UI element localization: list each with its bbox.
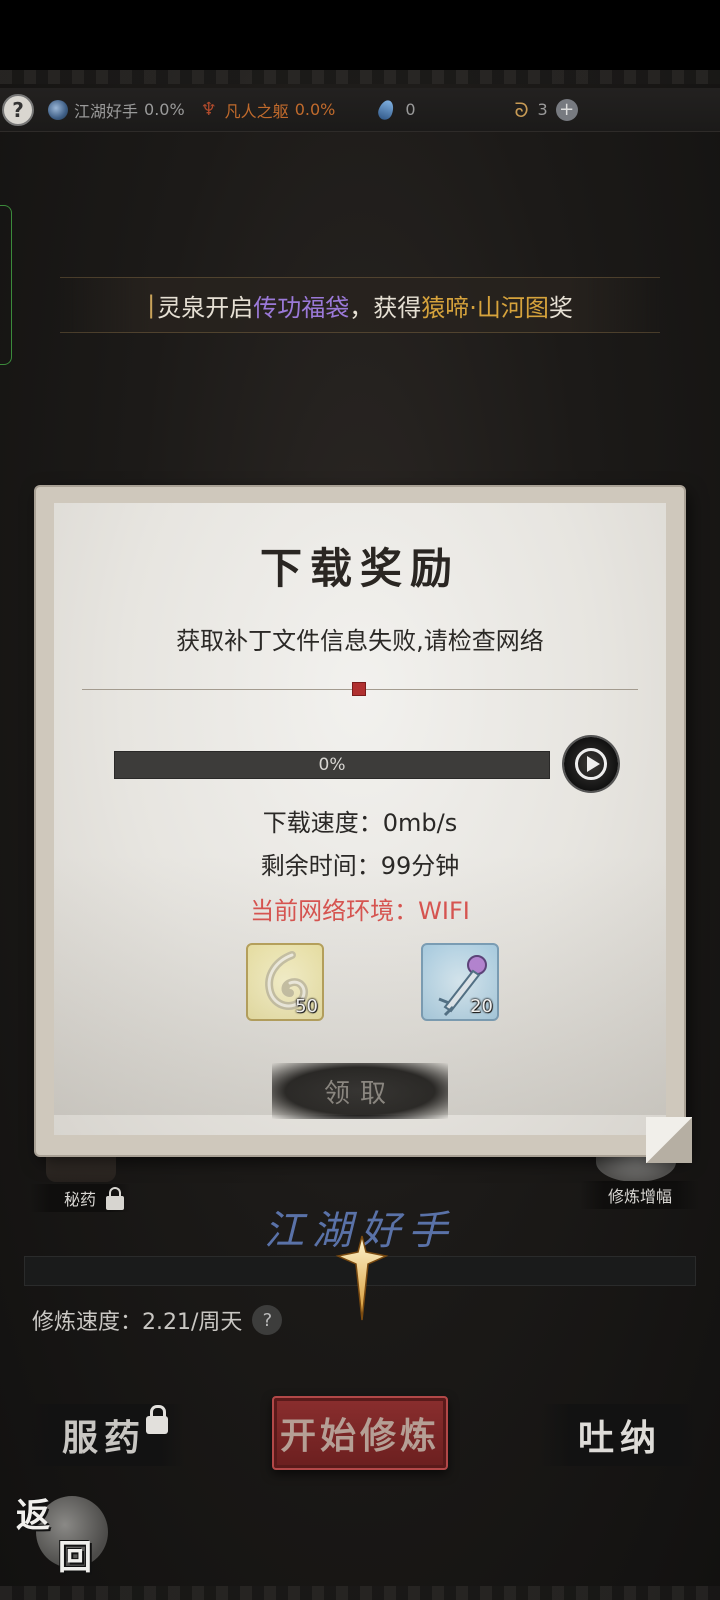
rank-resource: 江湖好手 0.0% [48, 98, 185, 122]
announcement-text-3: 奖 [548, 293, 573, 322]
bottom-cloud-border [0, 1586, 720, 1600]
error-message: 获取补丁文件信息失败,请检查网络 [176, 627, 544, 655]
download-reward-dialog: 下载奖励 获取补丁文件信息失败,请检查网络 0% 下载速度：0mb/s 剩余时间… [36, 487, 692, 1163]
drop-resource: 0 [376, 97, 416, 122]
dialog-title: 下载奖励 [259, 544, 460, 593]
download-progress-bar: 0% [114, 751, 550, 779]
rank-marker-icon [335, 1235, 389, 1321]
reward-item[interactable]: 20 [421, 943, 499, 1021]
top-cloud-border [0, 70, 720, 84]
coil-resource: ᘐ 3 + [512, 97, 578, 122]
resource-bar: ? 江湖好手 0.0% ♆ 凡人之躯 0.0% 0 ᘐ 3 + [0, 88, 720, 132]
add-coil-button[interactable]: + [555, 98, 578, 121]
announcement-bar: | [147, 291, 156, 319]
claim-button[interactable]: 领取 [272, 1063, 448, 1119]
seal-icon [352, 682, 366, 696]
start-cultivation-button[interactable]: 开始修炼 [272, 1396, 448, 1470]
play-button[interactable] [564, 737, 618, 791]
breathe-button[interactable]: 吐纳 [540, 1404, 700, 1466]
side-tab[interactable] [0, 205, 12, 365]
announcement-banner: | 灵泉开启 传功福袋 ，获得 猿啼·山河图 奖 [60, 277, 660, 333]
help-button[interactable]: ? [2, 93, 34, 126]
download-speed: 下载速度：0mb/s [262, 809, 458, 837]
coil-value: 3 [537, 100, 548, 119]
rank-value: 0.0% [144, 100, 185, 119]
lock-icon [146, 1405, 168, 1434]
play-icon [575, 748, 607, 780]
network-status: 当前网络环境：WIFI [250, 897, 470, 925]
speed-help-button[interactable]: ? [252, 1305, 283, 1335]
reward-item[interactable]: 50 [246, 943, 324, 1021]
announcement-text-2: ，获得 [349, 293, 422, 322]
trident-icon: ♆ [200, 98, 217, 120]
cultivation-speed: 修炼速度：2.21/周天 ? [32, 1304, 283, 1336]
remaining-time: 剩余时间：99分钟 [260, 852, 460, 880]
dialog-paper: 下载奖励 获取补丁文件信息失败,请检查网络 0% 下载速度：0mb/s 剩余时间… [54, 503, 666, 1135]
page-curl [646, 1117, 692, 1163]
jade-pendant-icon [265, 951, 309, 1010]
announcement-item-2: 猿啼·山河图 [421, 293, 549, 322]
body-resource: ♆ 凡人之躯 0.0% [199, 98, 336, 122]
coil-icon: ᘐ [514, 97, 529, 122]
water-drop-icon [376, 97, 397, 122]
back-label-1: 返 [16, 1496, 50, 1536]
cultivation-speed-text: 修炼速度：2.21/周天 [32, 1310, 243, 1335]
take-medicine-button[interactable]: 服药 [24, 1404, 184, 1466]
drop-value: 0 [405, 100, 416, 119]
reward-count: 50 [295, 996, 318, 1017]
announcement-text-1: 灵泉开启 [157, 293, 254, 322]
ornate-key-icon [438, 955, 487, 1017]
back-label-2: 回 [58, 1538, 92, 1578]
take-medicine-label: 服药 [61, 1417, 146, 1459]
reward-count: 20 [470, 996, 493, 1017]
swirl-icon [48, 99, 68, 120]
download-progress-text: 0% [318, 755, 346, 775]
back-button[interactable]: 返 回 [14, 1488, 108, 1580]
rank-label: 江湖好手 [74, 101, 139, 121]
body-label: 凡人之躯 [224, 101, 289, 121]
body-value: 0.0% [294, 100, 336, 119]
announcement-item-1: 传功福袋 [253, 293, 350, 322]
